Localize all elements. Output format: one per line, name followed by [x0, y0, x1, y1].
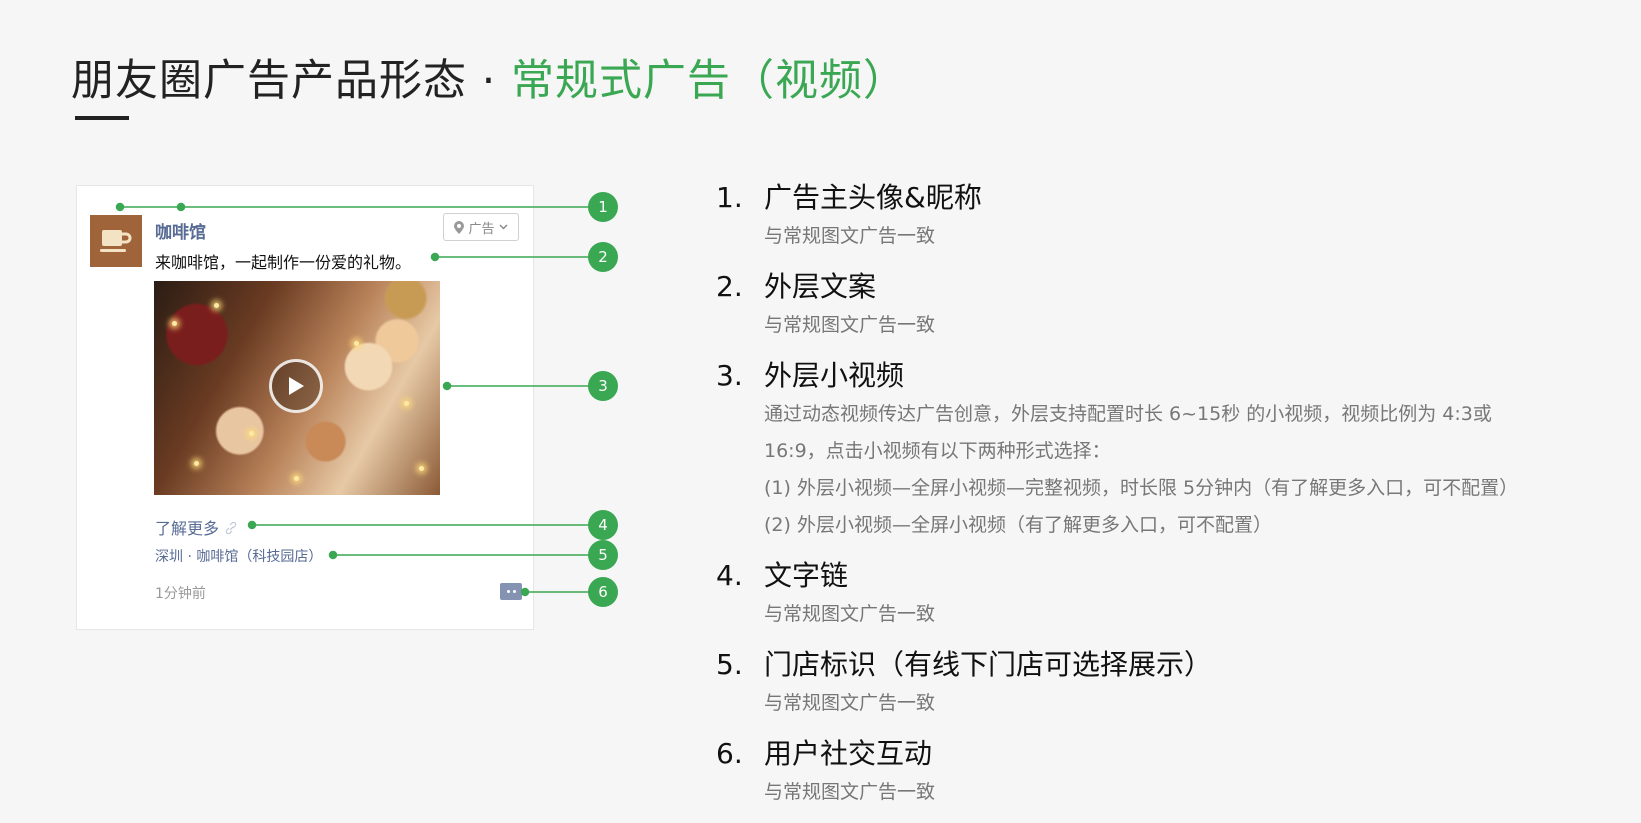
feature-title: 外层文案	[764, 270, 877, 303]
feature-number: 2.	[716, 270, 743, 303]
feature-description: 与常规图文广告一致	[764, 781, 936, 803]
feature-number: 3.	[716, 359, 743, 392]
callout-dot	[176, 202, 186, 212]
feature-description: (1) 外层小视频—全屏小视频—完整视频，时长限 5分钟内（有了解更多入口，可不…	[764, 477, 1519, 499]
feature-number: 6.	[716, 737, 743, 770]
feature-description: 16:9，点击小视频有以下两种形式选择：	[764, 440, 1111, 462]
feature-title: 文字链	[764, 559, 849, 592]
feature-description: 与常规图文广告一致	[764, 225, 936, 247]
feature-description: (2) 外层小视频—全屏小视频（有了解更多入口，可不配置）	[764, 514, 1272, 536]
feature-item: 5. 门店标识（有线下门店可选择展示） 与常规图文广告一致	[716, 645, 1596, 722]
callout-number: 4	[598, 516, 608, 534]
callout-dot	[115, 202, 125, 212]
feature-description: 与常规图文广告一致	[764, 603, 936, 625]
callout-number: 1	[598, 198, 608, 216]
feature-title: 广告主头像&昵称	[764, 181, 982, 214]
feature-item: 4. 文字链 与常规图文广告一致	[716, 556, 1596, 633]
feature-number: 5.	[716, 648, 743, 681]
callout-dot	[442, 381, 452, 391]
callout-dot	[247, 520, 257, 530]
callout-dot	[430, 252, 440, 262]
callout-number: 6	[598, 583, 608, 601]
feature-number: 4.	[716, 559, 743, 592]
feature-number: 1.	[716, 181, 743, 214]
feature-description: 与常规图文广告一致	[764, 314, 936, 336]
callout-dot	[520, 587, 530, 597]
callout-number: 3	[598, 377, 608, 395]
feature-description: 与常规图文广告一致	[764, 692, 936, 714]
feature-item: 3. 外层小视频 通过动态视频传达广告创意，外层支持配置时长 6~15秒 的小视频…	[716, 356, 1596, 544]
feature-title: 门店标识（有线下门店可选择展示）	[764, 648, 1213, 681]
callout-number: 2	[598, 248, 608, 266]
feature-title: 用户社交互动	[764, 737, 933, 770]
feature-title: 外层小视频	[764, 359, 905, 392]
callout-number: 5	[598, 546, 608, 564]
feature-item: 1. 广告主头像&昵称 与常规图文广告一致	[716, 178, 1596, 255]
feature-item: 2. 外层文案 与常规图文广告一致	[716, 267, 1596, 344]
feature-list: 1. 广告主头像&昵称 与常规图文广告一致 2. 外层文案 与常规图文广告一致 3.…	[716, 178, 1596, 823]
feature-description: 通过动态视频传达广告创意，外层支持配置时长 6~15秒 的小视频，视频比例为 4…	[764, 403, 1492, 425]
callout-dot	[328, 550, 338, 560]
feature-item: 6. 用户社交互动 与常规图文广告一致	[716, 734, 1596, 811]
